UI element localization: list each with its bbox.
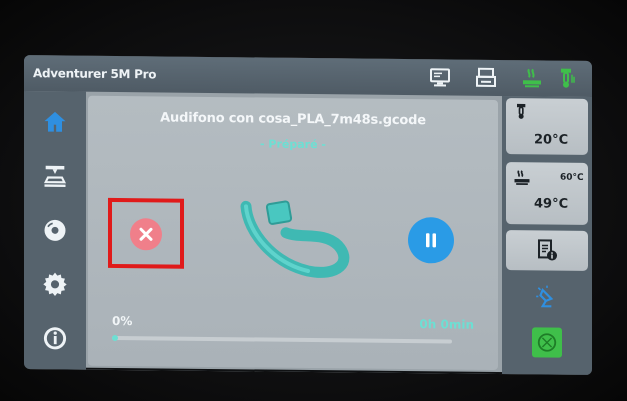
pause-print-button[interactable]	[408, 217, 454, 264]
right-panel: 20°C 60°C 49°C	[502, 96, 592, 375]
bed-temp-value: 49°C	[534, 196, 569, 212]
cancel-print-button[interactable]	[130, 218, 162, 251]
disc-icon	[44, 219, 66, 241]
monitor-icon[interactable]	[428, 65, 452, 89]
nozzle-heating-icon	[554, 67, 578, 91]
bed-temp-icon	[514, 170, 530, 185]
sidebar-item-info[interactable]	[38, 321, 72, 355]
lamp-icon	[536, 285, 554, 308]
bed-temp-tile[interactable]: 60°C 49°C	[506, 162, 588, 225]
nozzle-temp-tile[interactable]: 20°C	[506, 98, 588, 155]
filtration-toggle-button[interactable]	[506, 322, 588, 363]
light-toggle-button[interactable]	[506, 276, 588, 317]
app-title: Adventurer 5M Pro	[33, 66, 157, 82]
time-remaining: 0h 0min	[419, 317, 474, 332]
pause-icon	[426, 233, 436, 248]
left-sidebar	[24, 91, 86, 370]
nozzle-temp-value: 20°C	[534, 132, 569, 148]
touch-screen: Adventurer 5M Pro Audifono con cosa_PLA_…	[24, 55, 592, 375]
printer-icon[interactable]	[474, 66, 498, 90]
job-state: - Préparé -	[260, 137, 326, 152]
bed-target-temp: 60°C	[560, 172, 584, 183]
sidebar-item-settings[interactable]	[38, 267, 72, 301]
progress-percent: 0%	[112, 313, 133, 329]
sidebar-item-print[interactable]	[38, 159, 72, 193]
nozzle-temp-icon	[517, 103, 526, 119]
document-info-icon	[538, 239, 557, 261]
print-job-panel: Audifono con cosa_PLA_7m48s.gcode - Prép…	[88, 95, 498, 370]
info-icon	[43, 327, 67, 350]
file-details-button[interactable]	[506, 230, 588, 271]
job-filename: Audifono con cosa_PLA_7m48s.gcode	[160, 110, 426, 129]
print-bed-icon	[43, 165, 67, 187]
filter-icon	[537, 333, 557, 352]
bed-heating-icon	[520, 66, 544, 90]
close-icon	[139, 227, 153, 241]
model-preview-image	[240, 200, 350, 278]
sidebar-item-files[interactable]	[38, 213, 72, 247]
home-icon	[44, 111, 66, 132]
gear-icon	[43, 272, 67, 297]
top-bar: Adventurer 5M Pro	[24, 55, 592, 97]
filter-icon-tile	[532, 327, 562, 358]
progress-bar-fill	[112, 334, 118, 342]
progress-bar	[112, 334, 452, 344]
sidebar-item-home[interactable]	[38, 105, 72, 139]
cancel-highlight	[108, 197, 184, 269]
